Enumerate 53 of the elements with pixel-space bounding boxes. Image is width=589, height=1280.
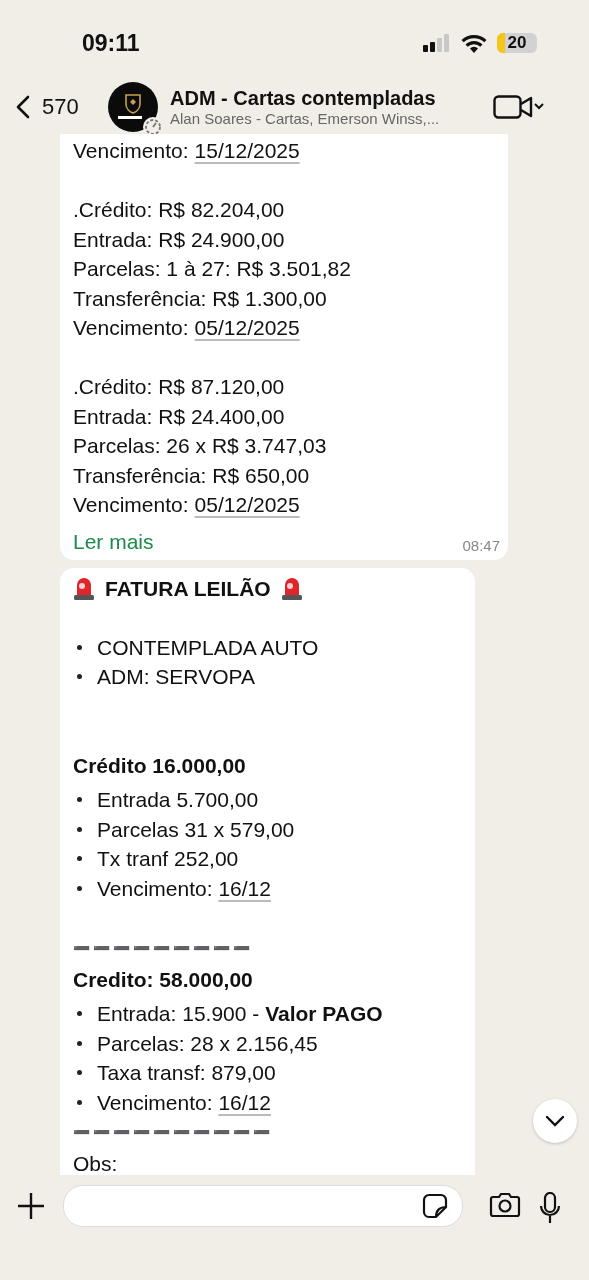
message-label: Vencimento: [73, 138, 189, 164]
camera-icon[interactable] [489, 1192, 521, 1218]
back-chevron-icon [16, 95, 30, 119]
message-line: Parcelas: 1 à 27: R$ 3.501,82 [73, 256, 351, 282]
bullet-item: Entrada 5.700,00 [97, 787, 259, 813]
scroll-down-button[interactable] [533, 1099, 577, 1143]
microphone-icon[interactable] [539, 1192, 561, 1224]
back-button[interactable]: 570 [16, 94, 104, 120]
read-more-link[interactable]: Ler mais [73, 529, 154, 554]
bullet-item: Vencimento: [97, 1089, 213, 1116]
date-link[interactable]: 05/12/2025 [194, 490, 300, 520]
date-link[interactable]: 16/12 [218, 873, 271, 903]
message-time: 08:47 [462, 536, 500, 554]
video-call-icon[interactable] [493, 94, 545, 120]
add-icon[interactable] [17, 1192, 45, 1220]
chat-participants: Alan Soares - Cartas, Emerson Winss,... [170, 110, 441, 127]
message-line: Entrada: R$ 24.400,00 [73, 403, 285, 430]
bullet-item: ADM: SERVOPA [97, 664, 255, 690]
date-link[interactable]: 15/12/2025 [194, 136, 300, 166]
siren-icon [73, 576, 95, 601]
message-heading: Crédito 16.000,00 [73, 752, 246, 779]
message-input-field[interactable] [63, 1185, 463, 1227]
message-line: Obs: [73, 1151, 118, 1175]
message-line: Entrada: R$ 24.900,00 [73, 226, 285, 253]
dash-divider: ➖➖➖➖➖➖➖➖➖➖ [73, 1123, 273, 1143]
message-heading: Credito: 58.000,00 [73, 966, 253, 993]
bullet-item: CONTEMPLADA AUTO [97, 634, 319, 661]
bullet-item: Entrada: 15.900 - Valor PAGO [97, 1001, 383, 1027]
wifi-icon [461, 33, 487, 53]
group-avatar[interactable] [108, 82, 158, 132]
message-line: .Crédito: R$ 82.204,00 [73, 197, 285, 223]
message-line: Parcelas: 26 x R$ 3.747,03 [73, 433, 327, 459]
date-link[interactable]: 16/12 [218, 1087, 271, 1117]
bullet-item: Parcelas: 28 x 2.156,45 [97, 1030, 318, 1057]
chevron-down-icon [545, 1115, 565, 1127]
bullet-item: Taxa transf: 879,00 [97, 1060, 276, 1086]
status-time: 09:11 [82, 29, 140, 57]
message-line: .Crédito: R$ 87.120,00 [73, 374, 285, 400]
date-link[interactable]: 05/12/2025 [194, 313, 300, 343]
message-label: Vencimento: [73, 492, 189, 518]
bullet-item: Vencimento: [97, 875, 213, 902]
bullet-item: Tx tranf 252,00 [97, 846, 239, 872]
message-line: Transferência: R$ 650,00 [73, 462, 310, 489]
message-line: Transferência: R$ 1.300,00 [73, 285, 327, 312]
siren-icon [280, 576, 303, 601]
chat-title[interactable]: ADM - Cartas contempladas [170, 87, 493, 110]
dash-divider: ➖➖➖➖➖➖➖➖➖ [73, 938, 253, 958]
sticker-icon[interactable] [422, 1193, 448, 1219]
message-title: FATURA LEILÃO [105, 575, 271, 602]
battery-indicator: 20 [497, 33, 537, 53]
signal-icon [423, 34, 451, 52]
bullet-item: Parcelas 31 x 579,00 [97, 816, 295, 843]
message-label: Vencimento: [73, 315, 189, 341]
